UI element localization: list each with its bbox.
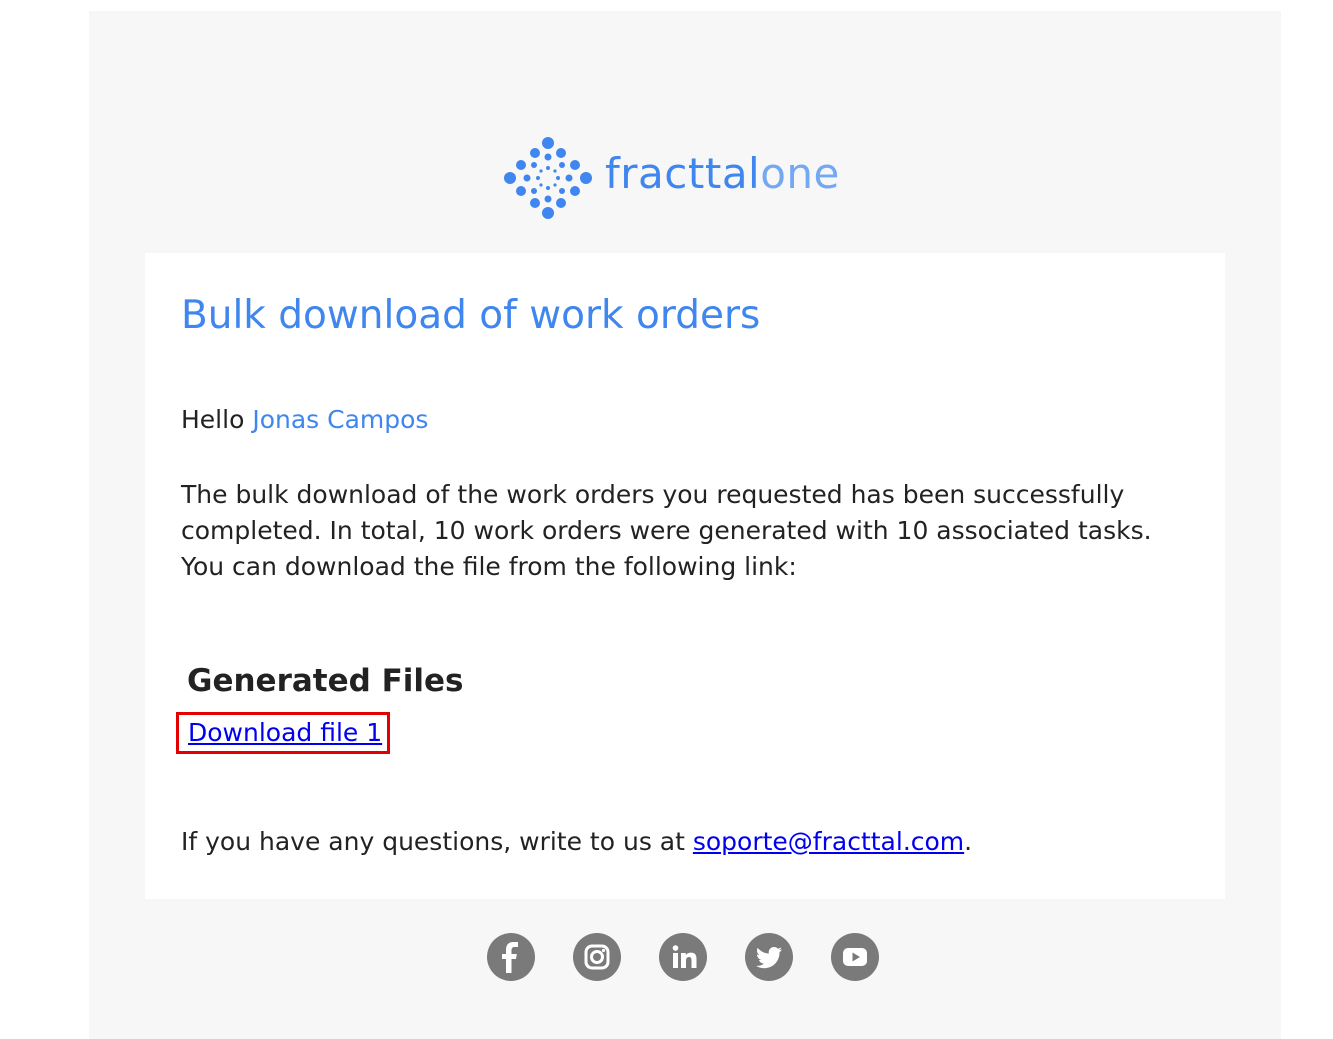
email-message: The bulk download of the work orders you… <box>181 480 1152 581</box>
recipient-name: Jonas Campos <box>252 405 429 434</box>
greeting: Hello Jonas Campos <box>181 405 428 434</box>
facebook-icon[interactable] <box>487 933 535 981</box>
linkedin-icon[interactable] <box>659 933 707 981</box>
generated-files-heading: Generated Files <box>187 663 464 699</box>
social-links <box>487 933 879 981</box>
email-container: fracttalone Bulk download of work orders… <box>89 11 1281 1039</box>
fracttal-logo-icon <box>504 137 592 219</box>
support-note: If you have any questions, write to us a… <box>181 827 972 856</box>
brand-name: fracttalone <box>605 149 840 198</box>
youtube-icon[interactable] <box>831 933 879 981</box>
support-email-link[interactable]: soporte@fracttal.com <box>693 827 964 856</box>
download-link-highlight: Download file 1 <box>176 712 390 754</box>
email-card: Bulk download of work orders Hello Jonas… <box>145 253 1225 899</box>
greeting-text: Hello <box>181 405 245 434</box>
download-file-link[interactable]: Download file 1 <box>188 718 382 747</box>
email-title: Bulk download of work orders <box>181 293 761 338</box>
instagram-icon[interactable] <box>573 933 621 981</box>
brand-name-secondary: one <box>760 149 840 198</box>
support-note-prefix: If you have any questions, write to us a… <box>181 827 693 856</box>
brand-name-primary: fracttal <box>605 149 761 198</box>
twitter-icon[interactable] <box>745 933 793 981</box>
support-note-suffix: . <box>964 827 973 856</box>
fracttal-logo: fracttalone <box>503 135 873 219</box>
